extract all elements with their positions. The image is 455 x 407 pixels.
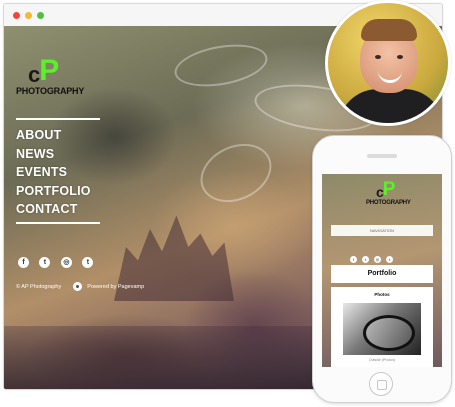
tumblr-icon[interactable]: t [386,256,393,263]
mobile-site-logo[interactable]: cP PHOTOGRAPHY [352,180,412,210]
background-scribble [171,38,271,93]
social-links: f t ◎ t [18,254,99,272]
logo-mark: cP [28,56,59,86]
site-logo[interactable]: cP PHOTOGRAPHY [16,56,86,97]
logo-letter-p: P [39,54,60,87]
site-footer: © AP Photography Powered by Pagevamp [16,282,144,291]
facebook-icon[interactable]: f [350,256,357,263]
nav-item-events[interactable]: EVENTS [16,163,91,182]
mobile-phone-mockup: cP PHOTOGRAPHY NAVIGATION f t ◎ t Portfolio… [312,135,452,403]
photographer-avatar [325,0,451,126]
mobile-photo-card[interactable]: Photos Outside (Photos) [331,287,433,367]
nav-item-news[interactable]: NEWS [16,145,91,164]
mobile-screen: cP PHOTOGRAPHY NAVIGATION f t ◎ t Portfolio… [322,174,442,367]
mobile-section-heading: Portfolio [331,265,433,283]
instagram-icon[interactable]: ◎ [60,257,72,269]
tumblr-icon[interactable]: t [82,257,94,269]
phone-speaker [367,154,397,158]
close-window-dot[interactable] [13,12,20,19]
main-navigation: ABOUT NEWS EVENTS PORTFOLIO CONTACT [16,126,91,219]
mobile-card-title: Photos [374,292,390,297]
nav-item-portfolio[interactable]: PORTFOLIO [16,182,91,201]
mobile-card-caption: Outside (Photos) [368,358,396,362]
powered-by-link[interactable]: Powered by Pagevamp [87,284,144,290]
mobile-logo-letter-p: P [382,179,396,200]
mobile-logo-mark: cP [376,180,395,199]
avatar-eye [375,55,381,59]
instagram-icon[interactable]: ◎ [374,256,381,263]
photo-car-mirror [363,315,415,351]
nav-divider-bottom [16,222,100,224]
mobile-navigation-toggle[interactable]: NAVIGATION [331,225,433,236]
nav-divider-top [16,118,100,120]
avatar-shirt [338,89,444,123]
mobile-logo-wordmark: PHOTOGRAPHY [366,200,411,206]
logo-wordmark: PHOTOGRAPHY [16,86,85,96]
facebook-icon[interactable]: f [18,257,29,269]
twitter-icon[interactable]: t [362,256,369,263]
pagevamp-logo-icon [72,282,82,291]
maximize-window-dot[interactable] [37,12,44,19]
nav-item-contact[interactable]: CONTACT [16,200,91,219]
minimize-window-dot[interactable] [25,12,32,19]
background-scribble [191,132,281,214]
twitter-icon[interactable]: t [39,257,51,269]
mobile-social-links: f t ◎ t [350,248,398,266]
phone-home-button[interactable] [369,372,393,396]
mobile-card-photo[interactable] [343,303,421,355]
copyright-text: © AP Photography [16,283,62,290]
nav-item-about[interactable]: ABOUT [16,126,91,145]
avatar-eye [397,55,403,59]
avatar-hair [361,19,417,41]
